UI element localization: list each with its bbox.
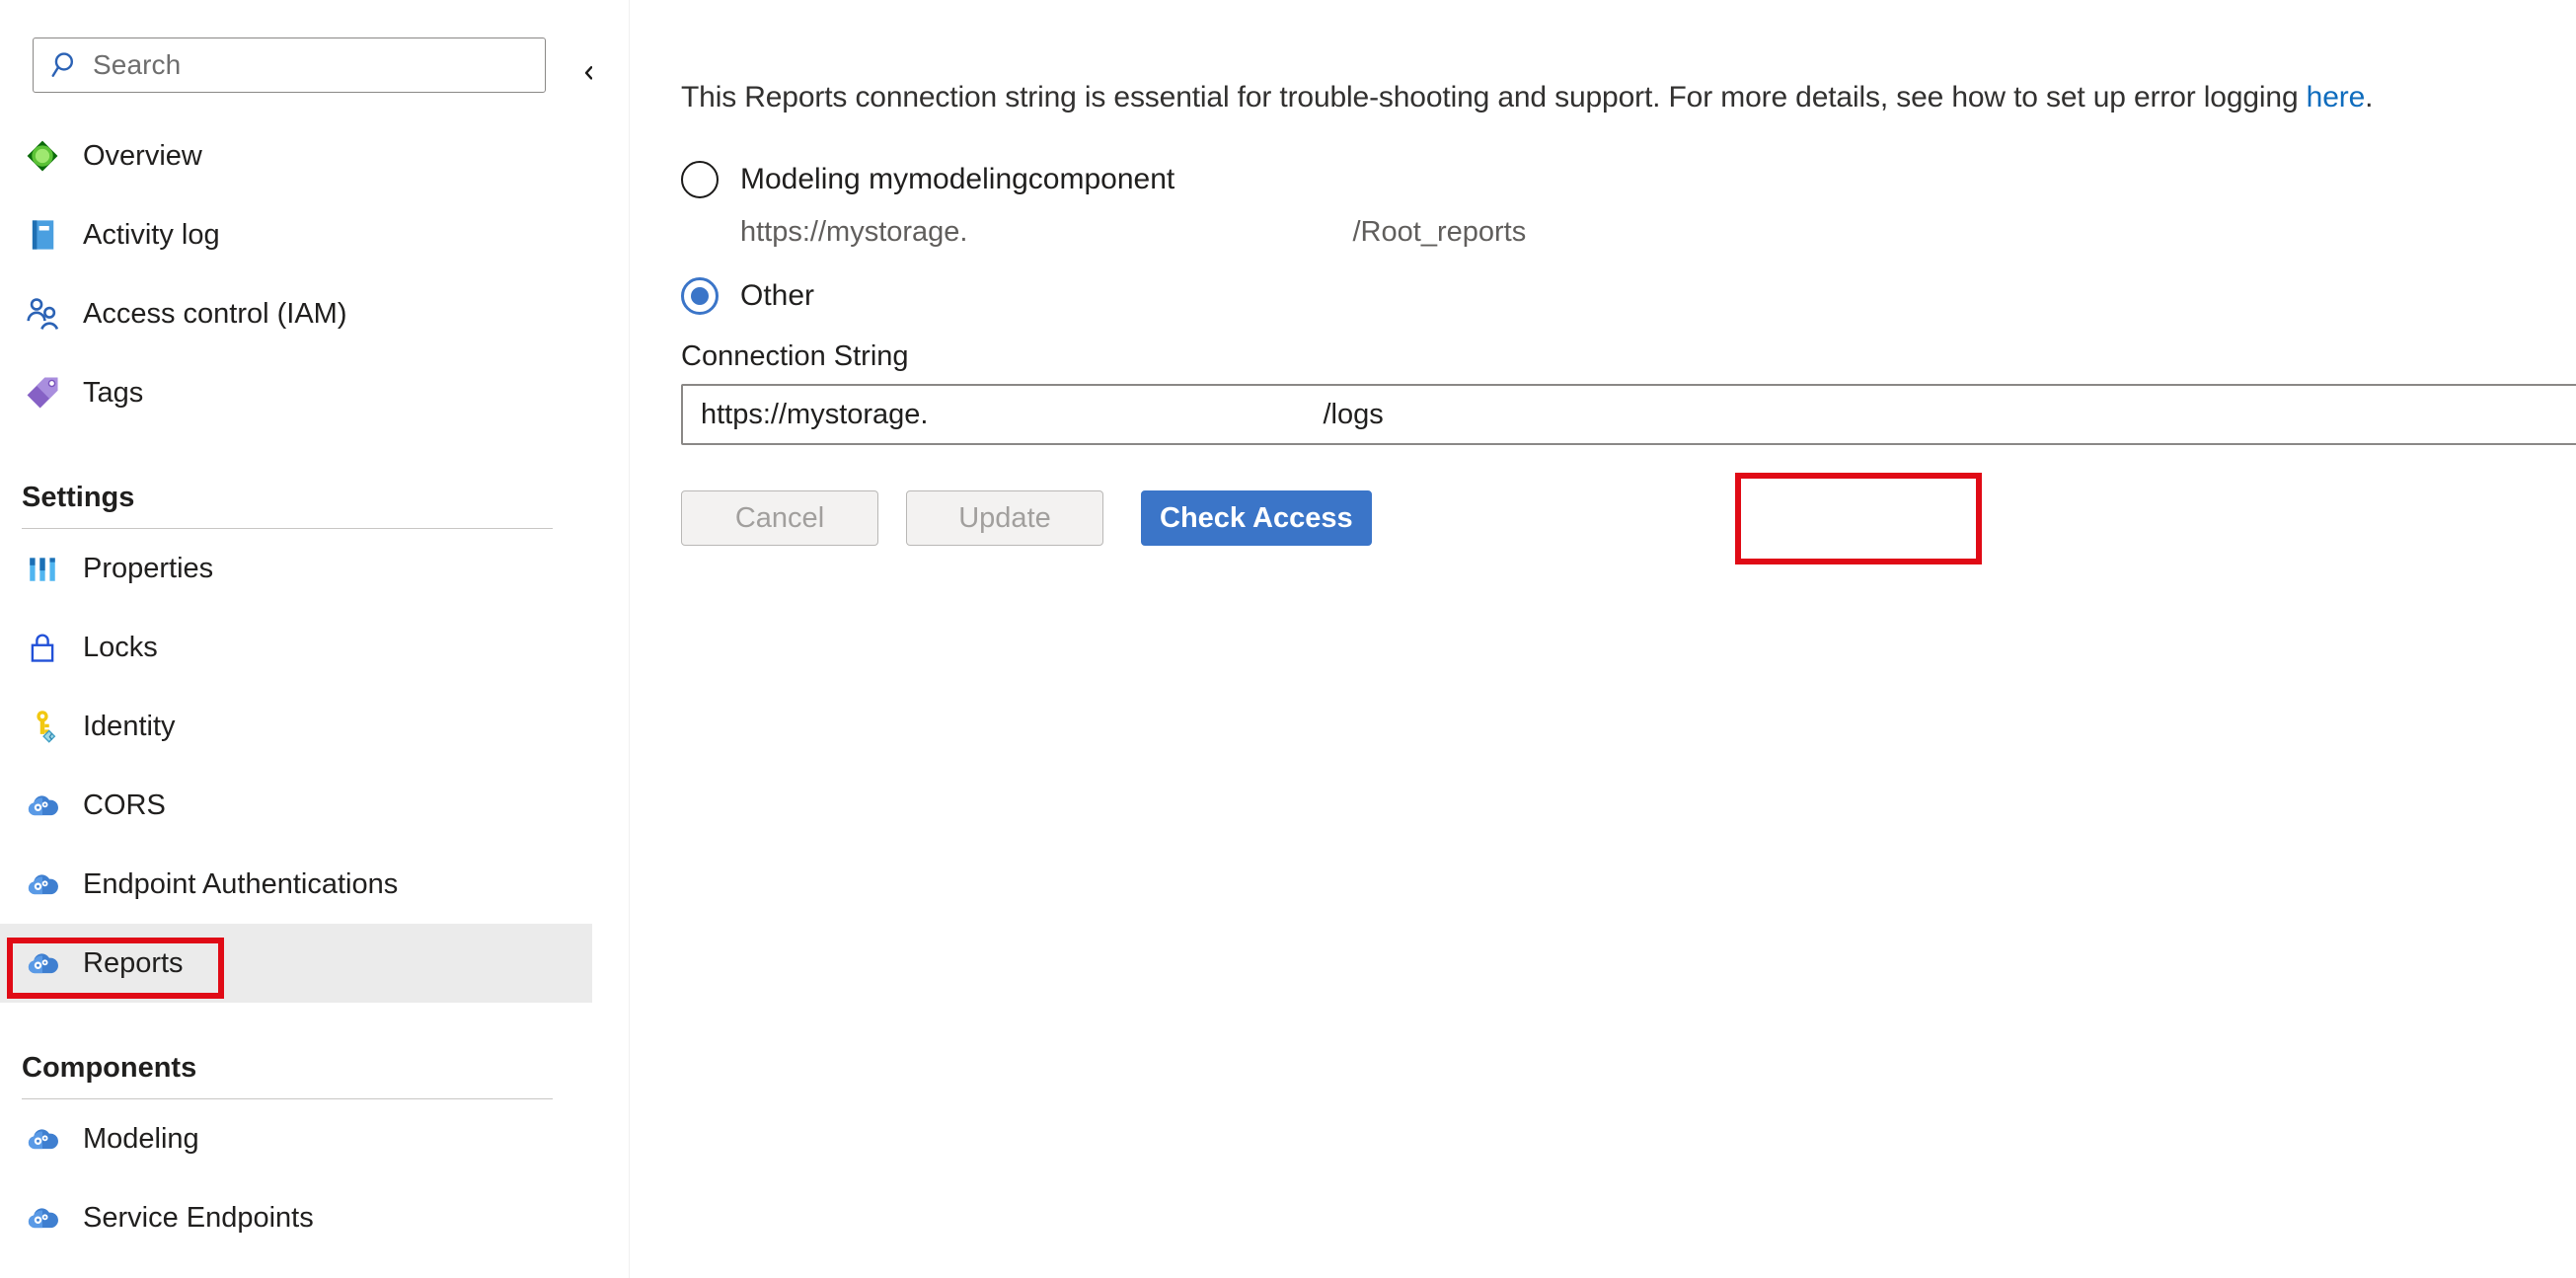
sidebar-item-label: Activity log: [83, 218, 220, 251]
cloud-gear-icon: [22, 785, 63, 826]
sidebar-item-label: Access control (IAM): [83, 297, 347, 330]
sidebar-item-label: Modeling: [83, 1122, 199, 1155]
sidebar-item-overview[interactable]: Overview: [0, 116, 592, 195]
radio-other-input[interactable]: [681, 277, 719, 315]
connection-string-prefix: https://mystorage.: [701, 398, 929, 430]
nav-group-spacer: [0, 1003, 592, 1020]
lock-icon: [22, 627, 63, 668]
cloud-gear-icon: [22, 1197, 63, 1239]
key-icon: [22, 706, 63, 747]
radio-modeling-label: Modeling mymodelingcomponent: [740, 163, 1175, 195]
modeling-url-prefix: https://mystorage.: [740, 216, 968, 248]
connection-string-value: https://mystorage. /logs: [701, 399, 1384, 431]
page-description: This Reports connection string is essent…: [681, 81, 2373, 114]
sidebar-item-label: Locks: [83, 631, 158, 663]
cloud-gear-icon: [22, 942, 63, 984]
nav-group-spacer: [0, 432, 592, 450]
sidebar-item-service-endpoints[interactable]: Service Endpoints: [0, 1178, 592, 1257]
sidebar-item-label: Service Endpoints: [83, 1201, 314, 1234]
properties-icon: [22, 548, 63, 589]
radio-modeling-input[interactable]: [681, 161, 719, 198]
sidebar-item-tags[interactable]: Tags: [0, 353, 592, 432]
sidebar-item-label: CORS: [83, 789, 166, 821]
sidebar-nav: Overview Activity log Access control (IAM)…: [0, 116, 592, 1257]
overview-icon: [22, 135, 63, 177]
annotation-highlight-check-access: [1735, 473, 1982, 564]
search-icon: [49, 48, 83, 82]
main-content: This Reports connection string is essent…: [630, 0, 2576, 1278]
form-actions: Cancel Update Check Access: [681, 490, 1372, 546]
connection-string-suffix: /logs: [1323, 398, 1384, 430]
sidebar-item-properties[interactable]: Properties: [0, 529, 592, 608]
sidebar-group-title: Settings: [22, 482, 135, 513]
modeling-url-suffix: /Root_reports: [1352, 216, 1527, 248]
check-access-button[interactable]: Check Access: [1141, 490, 1372, 546]
tags-icon: [22, 372, 63, 413]
search-input[interactable]: Search: [93, 49, 181, 81]
sidebar-item-label: Overview: [83, 139, 202, 172]
connection-string-label: Connection String: [681, 340, 909, 372]
sidebar-item-label: Properties: [83, 552, 214, 584]
sidebar-item-label: Reports: [83, 946, 184, 979]
sidebar-item-identity[interactable]: Identity: [0, 687, 592, 766]
radio-other-label: Other: [740, 279, 815, 312]
cloud-gear-icon: [22, 864, 63, 905]
sidebar-item-cors[interactable]: CORS: [0, 766, 592, 845]
radio-option-modeling[interactable]: Modeling mymodelingcomponent: [681, 161, 1174, 198]
activity-log-icon: [22, 214, 63, 256]
error-logging-link[interactable]: here: [2307, 81, 2366, 113]
collapse-sidebar-button[interactable]: «: [570, 49, 592, 93]
radio-modeling-sub-url: https://mystorage. /Root_reports: [740, 216, 1526, 249]
update-button[interactable]: Update: [906, 490, 1103, 546]
app-root: Search « Overview Activity log Access cont…: [0, 0, 2576, 1278]
sidebar-item-label: Endpoint Authentications: [83, 867, 399, 900]
sidebar-item-locks[interactable]: Locks: [0, 608, 592, 687]
radio-option-other[interactable]: Other: [681, 277, 814, 315]
search-box[interactable]: Search: [33, 38, 546, 93]
sidebar-item-endpoint-authentications[interactable]: Endpoint Authentications: [0, 845, 592, 924]
sidebar-item-reports[interactable]: Reports: [0, 924, 592, 1003]
description-text-after: .: [2365, 81, 2374, 113]
sidebar-item-label: Tags: [83, 376, 144, 409]
cloud-gear-icon: [22, 1118, 63, 1160]
sidebar: Search « Overview Activity log Access cont…: [0, 0, 592, 1278]
description-text-before: This Reports connection string is essent…: [681, 81, 2307, 113]
sidebar-item-modeling[interactable]: Modeling: [0, 1099, 592, 1178]
cancel-button[interactable]: Cancel: [681, 490, 878, 546]
access-control-icon: [22, 293, 63, 335]
sidebar-item-activity-log[interactable]: Activity log: [0, 195, 592, 274]
sidebar-item-access-control-iam[interactable]: Access control (IAM): [0, 274, 592, 353]
connection-string-input[interactable]: https://mystorage. /logs: [681, 384, 2576, 445]
sidebar-group-title: Components: [22, 1052, 197, 1084]
sidebar-item-label: Identity: [83, 710, 176, 742]
